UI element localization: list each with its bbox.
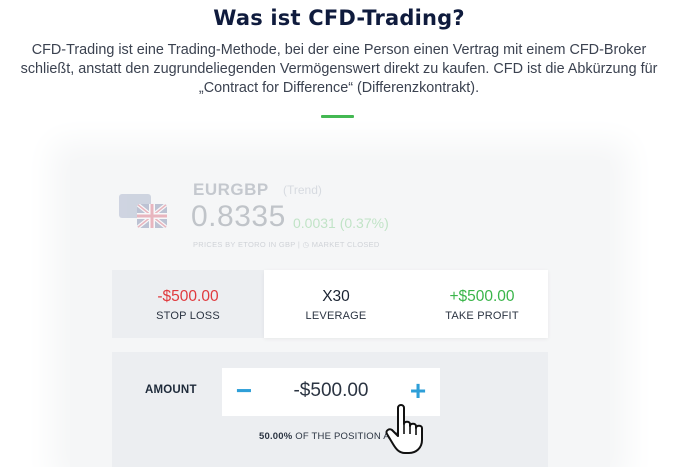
stop-loss-value: -$500.00	[157, 288, 219, 305]
asset-symbol: EURGBP	[193, 180, 269, 199]
price-change: 0.0031 (0.37%)	[293, 215, 389, 231]
take-profit-label: TAKE PROFIT	[445, 310, 519, 322]
take-profit-tab[interactable]: +$500.00 TAKE PROFIT	[406, 270, 548, 338]
amount-label: AMOUNT	[145, 384, 197, 396]
intro-paragraph: CFD-Trading ist eine Trading-Methode, be…	[12, 41, 666, 98]
asset-subtitle: (Trend)	[283, 183, 322, 197]
percentage-value: 50.00%	[259, 431, 293, 442]
leverage-value: X30	[322, 288, 350, 305]
page-title: Was ist CFD-Trading?	[213, 6, 465, 30]
decrease-button[interactable]: −	[224, 368, 264, 416]
hand-pointer-icon	[385, 404, 423, 454]
stop-loss-tab[interactable]: -$500.00 STOP LOSS	[112, 270, 264, 338]
amount-input[interactable]: -$500.00	[266, 380, 396, 402]
eu-gb-flag-icon	[119, 194, 167, 228]
price-meta: PRICES BY ETORO IN GBP | ◷ MARKET CLOSED	[193, 240, 380, 249]
asset-header: EURGBP (Trend) 0.8335 0.0031 (0.37%) PRI…	[115, 178, 435, 258]
stop-loss-label: STOP LOSS	[156, 310, 220, 322]
intro-line: „Contract for Difference“ (Differenzkont…	[198, 80, 480, 96]
leverage-tab[interactable]: X30 LEVERAGE	[264, 270, 406, 338]
intro-line: CFD-Trading ist eine Trading-Methode, be…	[31, 42, 647, 58]
asset-price: 0.8335	[191, 200, 286, 233]
accent-divider	[321, 115, 354, 118]
leverage-label: LEVERAGE	[305, 310, 367, 322]
intro-line: schließt, anstatt den zugrundeliegenden …	[20, 61, 658, 77]
take-profit-value: +$500.00	[449, 288, 515, 305]
leverage-take-profit-panel: X30 LEVERAGE +$500.00 TAKE PROFIT	[264, 270, 548, 338]
